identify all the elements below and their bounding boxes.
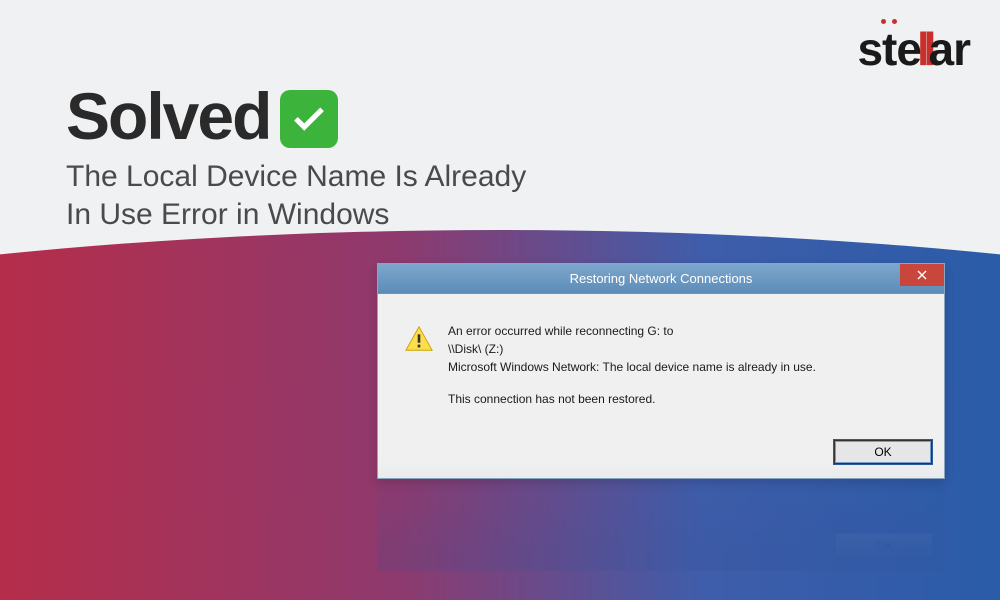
dialog-reflection: OK — [377, 461, 945, 571]
brand-logo-dots — [881, 19, 897, 24]
dialog-message: An error occurred while reconnecting G: … — [448, 322, 816, 422]
dialog-title: Restoring Network Connections — [570, 271, 753, 286]
error-dialog: Restoring Network Connections An error o… — [377, 263, 945, 479]
dialog-titlebar: Restoring Network Connections — [378, 264, 944, 294]
subtitle: The Local Device Name Is Already In Use … — [66, 158, 526, 233]
check-icon — [280, 90, 338, 148]
msg-line-3: Microsoft Windows Network: The local dev… — [448, 360, 816, 374]
ok-button-reflection: OK — [835, 533, 933, 557]
close-button[interactable] — [900, 264, 944, 286]
msg-line-2: \\Disk\ (Z:) — [448, 342, 503, 356]
msg-line-4: This connection has not been restored. — [448, 390, 816, 408]
solved-heading: Solved — [66, 78, 270, 154]
warning-icon — [404, 324, 434, 422]
subtitle-line-2: In Use Error in Windows — [66, 196, 526, 234]
headline-block: Solved The Local Device Name Is Already … — [66, 78, 526, 233]
close-icon — [917, 270, 927, 280]
msg-line-1: An error occurred while reconnecting G: … — [448, 324, 673, 338]
brand-logo: stellar — [857, 22, 970, 76]
subtitle-line-1: The Local Device Name Is Already — [66, 158, 526, 196]
dialog-body: An error occurred while reconnecting G: … — [378, 294, 944, 432]
